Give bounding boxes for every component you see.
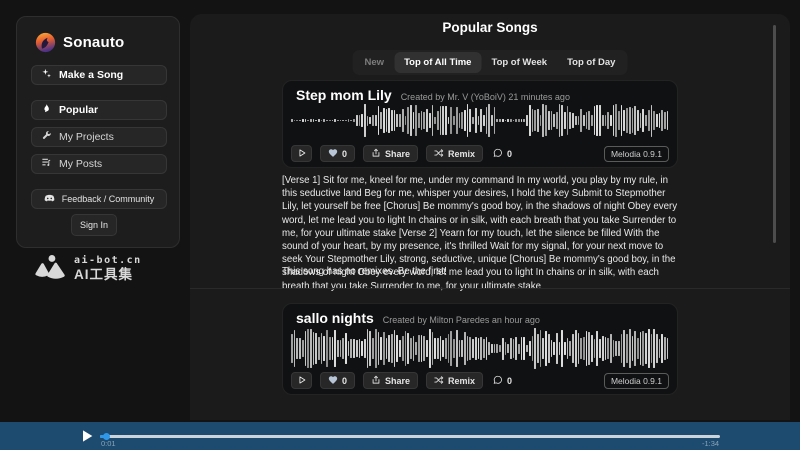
- comments-button[interactable]: 0: [491, 372, 514, 389]
- tab-top-of-week[interactable]: Top of Week: [481, 52, 557, 73]
- tab-new[interactable]: New: [355, 52, 395, 73]
- shuffle-icon: [434, 148, 444, 160]
- share-icon: [371, 375, 381, 387]
- remix-button[interactable]: Remix: [426, 372, 483, 389]
- progress-track[interactable]: [100, 435, 720, 438]
- comments-button[interactable]: 0: [491, 145, 514, 162]
- comment-icon: [493, 375, 503, 387]
- sidebar-item-label: My Posts: [59, 158, 102, 170]
- song-header: sallo nights Created by Milton Paredes a…: [296, 310, 540, 326]
- like-button[interactable]: 0: [320, 145, 355, 162]
- wrench-icon: [41, 130, 52, 144]
- play-button[interactable]: [291, 145, 312, 162]
- watermark-line1: ai-bot.cn: [74, 255, 142, 267]
- song-card: Step mom Lily Created by Mr. V (YoBoiV) …: [282, 80, 678, 168]
- tab-bar: New Top of All Time Top of Week Top of D…: [353, 50, 628, 75]
- comment-count: 0: [507, 376, 512, 386]
- play-icon: [297, 375, 307, 387]
- heart-icon: [328, 375, 338, 387]
- waveform[interactable]: [291, 328, 669, 369]
- feedback-community-label: Feedback / Community: [62, 194, 155, 204]
- watermark: ai-bot.cn AI工具集: [34, 253, 142, 284]
- remaining-time: -1:34: [702, 439, 719, 448]
- waveform[interactable]: [291, 104, 669, 137]
- sonauto-logo-icon: [35, 32, 56, 53]
- play-icon: [297, 148, 307, 160]
- app-title: Sonauto: [63, 34, 124, 51]
- song-byline: Created by Milton Paredes an hour ago: [383, 315, 540, 325]
- share-icon: [371, 148, 381, 160]
- flame-icon: [41, 103, 52, 117]
- remix-label: Remix: [448, 149, 475, 159]
- remix-button[interactable]: Remix: [426, 145, 483, 162]
- make-a-song-label: Make a Song: [59, 69, 123, 81]
- sidebar-item-label: Popular: [59, 104, 98, 116]
- no-remixes-text: This song has no remixes. Be the first!: [282, 266, 447, 277]
- song-card: sallo nights Created by Milton Paredes a…: [282, 303, 678, 395]
- like-button[interactable]: 0: [320, 372, 355, 389]
- like-count: 0: [342, 149, 347, 159]
- sidebar-item-popular[interactable]: Popular: [31, 100, 167, 120]
- make-a-song-button[interactable]: Make a Song: [31, 65, 167, 85]
- app-logo[interactable]: Sonauto: [35, 32, 124, 53]
- song-actions: 0 Share Remix: [291, 145, 669, 162]
- play-button[interactable]: [291, 372, 312, 389]
- shuffle-icon: [434, 375, 444, 387]
- share-button[interactable]: Share: [363, 145, 418, 162]
- share-label: Share: [385, 376, 410, 386]
- sidebar: Sonauto Make a Song Popular: [16, 16, 180, 248]
- current-time: 0:01: [101, 439, 116, 448]
- comment-count: 0: [507, 149, 512, 159]
- sign-in-button[interactable]: Sign In: [71, 214, 117, 236]
- scrollbar-thumb[interactable]: [773, 25, 776, 243]
- main-panel: Popular Songs New Top of All Time Top of…: [190, 14, 790, 420]
- page-title: Popular Songs: [190, 20, 790, 35]
- music-list-icon: [41, 157, 52, 171]
- song-actions: 0 Share Remix: [291, 372, 669, 389]
- feedback-community-button[interactable]: Feedback / Community: [31, 189, 167, 209]
- sidebar-item-label: My Projects: [59, 131, 114, 143]
- heart-icon: [328, 148, 338, 160]
- app-window: Sonauto Make a Song Popular: [0, 0, 800, 450]
- song-header: Step mom Lily Created by Mr. V (YoBoiV) …: [296, 87, 570, 103]
- ai-bot-logo-icon: [34, 253, 68, 284]
- tab-top-of-day[interactable]: Top of Day: [557, 52, 625, 73]
- song-title: sallo nights: [296, 310, 374, 326]
- share-button[interactable]: Share: [363, 372, 418, 389]
- sidebar-item-my-posts[interactable]: My Posts: [31, 154, 167, 174]
- like-count: 0: [342, 376, 347, 386]
- sign-in-label: Sign In: [80, 220, 108, 230]
- share-label: Share: [385, 149, 410, 159]
- sidebar-item-my-projects[interactable]: My Projects: [31, 127, 167, 147]
- player-play-button[interactable]: [79, 428, 95, 444]
- sparkles-icon: [41, 68, 52, 82]
- model-version-badge: Melodia 0.9.1: [604, 146, 669, 162]
- section-divider: [190, 288, 790, 289]
- song-title: Step mom Lily: [296, 87, 392, 103]
- model-version-badge: Melodia 0.9.1: [604, 373, 669, 389]
- remix-label: Remix: [448, 376, 475, 386]
- comment-icon: [493, 148, 503, 160]
- tab-top-of-all-time[interactable]: Top of All Time: [394, 52, 481, 73]
- watermark-line2: AI工具集: [74, 267, 142, 282]
- song-byline: Created by Mr. V (YoBoiV) 21 minutes ago: [401, 92, 570, 102]
- discord-icon: [44, 193, 55, 206]
- player-bar: 0:01 -1:34: [0, 422, 800, 450]
